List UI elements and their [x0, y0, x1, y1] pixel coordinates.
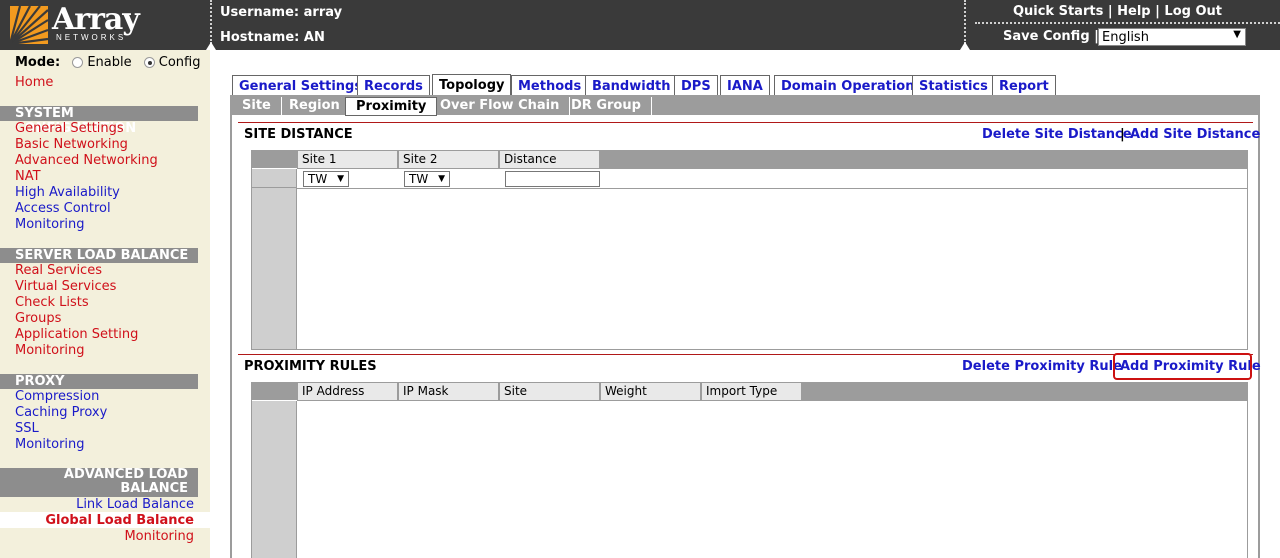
- add-site-distance-link[interactable]: Add Site Distance: [1130, 127, 1260, 142]
- column-header-ip-mask[interactable]: IP Mask: [398, 383, 499, 401]
- column-header-ip-address[interactable]: IP Address: [297, 383, 398, 401]
- chevron-down-icon: ▼: [337, 174, 344, 184]
- language-select-value: English: [1102, 30, 1149, 45]
- sidebar-item-check-lists[interactable]: Check Lists: [15, 295, 89, 310]
- section-header-proxy: PROXY: [0, 374, 198, 389]
- row-header-column: [252, 151, 297, 349]
- tab-records[interactable]: Records: [357, 75, 430, 96]
- column-header-weight[interactable]: Weight: [600, 383, 701, 401]
- sidebar-item-proxy-monitoring[interactable]: Monitoring: [15, 437, 85, 452]
- column-header-import-type[interactable]: Import Type: [701, 383, 802, 401]
- section-header-line2: BALANCE: [120, 481, 188, 496]
- link-separator: |: [1120, 127, 1125, 142]
- tab-general-settings[interactable]: General Settings: [232, 75, 370, 96]
- tab-topology[interactable]: Topology: [432, 74, 512, 96]
- username-label: Username: array: [220, 5, 343, 20]
- proximity-rules-rule: [238, 354, 1253, 355]
- sidebar-item-real-services[interactable]: Real Services: [15, 263, 102, 278]
- row-separator: [297, 188, 1247, 189]
- sidebar-item-sys-monitoring[interactable]: Monitoring: [15, 217, 85, 232]
- sidebar-item-high-availability[interactable]: High Availability: [15, 185, 120, 200]
- sidebar-item-nat[interactable]: NAT: [15, 169, 41, 184]
- proximity-rules-grid: IP Address IP Mask Site Weight Import Ty…: [251, 382, 1248, 558]
- top-links-rule: [975, 22, 1280, 24]
- chevron-down-icon: ▼: [1233, 29, 1241, 40]
- sidebar-item-access-control[interactable]: Access Control: [15, 201, 111, 216]
- chevron-down-icon: ▼: [438, 174, 445, 184]
- tab-iana[interactable]: IANA: [720, 75, 770, 96]
- top-link-sep: |: [1150, 4, 1165, 19]
- sidebar-item-caching-proxy[interactable]: Caching Proxy: [15, 405, 107, 420]
- section-header-line1: ADVANCED LOAD: [63, 467, 188, 482]
- array-networks-logo[interactable]: Array NETWORKS: [10, 2, 150, 46]
- sidebar-item-alb-monitoring[interactable]: Monitoring: [124, 529, 194, 544]
- column-header-site[interactable]: Site: [499, 383, 600, 401]
- sunburst-logo-icon: [10, 6, 48, 44]
- sidebar: Mode: Enable Config Home SYSTEM CONFIGUR…: [0, 50, 210, 558]
- save-config-link[interactable]: Save Config |: [1003, 29, 1099, 44]
- grid-corner: [252, 151, 297, 169]
- sidebar-item-general-settings[interactable]: General Settings: [15, 121, 124, 136]
- mode-enable-radio[interactable]: [72, 57, 84, 68]
- tab-statistics[interactable]: Statistics: [912, 75, 995, 96]
- sidebar-item-virtual-services[interactable]: Virtual Services: [15, 279, 116, 294]
- column-header-site2[interactable]: Site 2: [398, 151, 499, 169]
- logout-link[interactable]: Log Out: [1164, 4, 1222, 19]
- sidebar-item-link-load-balance[interactable]: Link Load Balance: [76, 497, 194, 512]
- sidebar-item-compression[interactable]: Compression: [15, 389, 99, 404]
- top-links: Quick Starts | Help | Log Out: [1013, 4, 1222, 19]
- header-divider-left: [210, 0, 212, 44]
- header-divider-arrow-left: [206, 42, 216, 50]
- mode-label: Mode:: [15, 55, 61, 70]
- site1-select[interactable]: TW ▼: [303, 171, 349, 187]
- hostname-label: Hostname: AN: [220, 30, 325, 45]
- sidebar-item-basic-networking[interactable]: Basic Networking: [15, 137, 128, 152]
- column-header-site1[interactable]: Site 1: [297, 151, 398, 169]
- tab-dps[interactable]: DPS: [674, 75, 718, 96]
- site-distance-grid: Site 1 Site 2 Distance TW ▼ TW ▼: [251, 150, 1248, 350]
- tab-bandwidth[interactable]: Bandwidth: [585, 75, 678, 96]
- site-distance-rule: [238, 122, 1253, 123]
- sidebar-item-global-load-balance[interactable]: Global Load Balance: [45, 513, 194, 528]
- row-header-column: [252, 383, 297, 558]
- top-link-sep: |: [1103, 4, 1118, 19]
- header-divider-arrow-right: [960, 42, 970, 50]
- language-select[interactable]: English ▼: [1098, 28, 1246, 46]
- sidebar-item-groups[interactable]: Groups: [15, 311, 61, 326]
- help-link[interactable]: Help: [1117, 4, 1150, 19]
- section-header-advanced-load-balance: ADVANCED LOAD BALANCE: [0, 468, 198, 497]
- site1-select-value: TW: [308, 172, 328, 186]
- grid-corner: [252, 383, 297, 401]
- mode-selector: Mode: Enable Config: [15, 55, 200, 70]
- delete-proximity-rule-link[interactable]: Delete Proximity Rule: [962, 359, 1122, 374]
- sidebar-item-advanced-networking[interactable]: Advanced Networking: [15, 153, 158, 168]
- tab-methods[interactable]: Methods: [511, 75, 589, 96]
- logo-subtitle: NETWORKS: [56, 33, 127, 42]
- distance-input[interactable]: [505, 171, 600, 187]
- column-header-distance[interactable]: Distance: [499, 151, 600, 169]
- section-header-system-configuration: SYSTEM CONFIGURATION: [0, 106, 198, 136]
- delete-site-distance-link[interactable]: Delete Site Distance: [982, 127, 1132, 142]
- tab-report[interactable]: Report: [992, 75, 1056, 96]
- sidebar-home-link[interactable]: Home: [15, 75, 53, 90]
- logo-wordmark: Array: [52, 2, 140, 37]
- site2-select[interactable]: TW ▼: [404, 171, 450, 187]
- add-proximity-rule-highlight: [1113, 353, 1252, 380]
- tab-domain-operation[interactable]: Domain Operation: [774, 75, 922, 96]
- row-header-sep: [252, 187, 297, 188]
- site-distance-title: SITE DISTANCE: [244, 127, 353, 142]
- header-divider-right: [964, 0, 966, 44]
- sidebar-item-slb-monitoring[interactable]: Monitoring: [15, 343, 85, 358]
- top-header: Array NETWORKS Username: array Hostname:…: [0, 0, 1280, 50]
- mode-config-label[interactable]: Config: [159, 55, 201, 70]
- sidebar-item-application-setting[interactable]: Application Setting: [15, 327, 138, 342]
- quick-starts-link[interactable]: Quick Starts: [1013, 4, 1103, 19]
- site2-select-value: TW: [409, 172, 429, 186]
- mode-config-radio[interactable]: [143, 57, 155, 68]
- mode-enable-label[interactable]: Enable: [87, 55, 131, 70]
- section-header-server-load-balance: SERVER LOAD BALANCE: [0, 248, 198, 263]
- sidebar-item-ssl[interactable]: SSL: [15, 421, 39, 436]
- proximity-rules-title: PROXIMITY RULES: [244, 359, 377, 374]
